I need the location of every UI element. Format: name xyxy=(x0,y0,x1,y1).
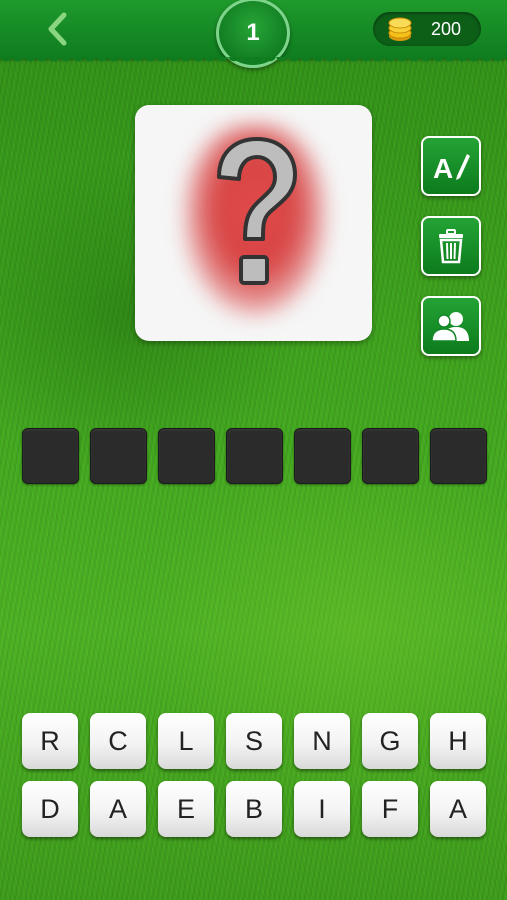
answer-slot[interactable] xyxy=(90,428,147,484)
trash-icon xyxy=(439,229,463,264)
chevron-left-icon xyxy=(48,12,67,46)
ask-friends-button[interactable] xyxy=(421,296,481,356)
puzzle-image xyxy=(135,105,372,341)
letter-tile[interactable]: E xyxy=(158,781,214,837)
coin-count: 200 xyxy=(431,18,462,39)
answer-slot[interactable] xyxy=(362,428,419,484)
letter-tile[interactable]: A xyxy=(430,781,486,837)
letter-tile[interactable]: A xyxy=(90,781,146,837)
letter-tiles: RCLSNGHDAEBIFA xyxy=(22,713,487,837)
letter-tile[interactable]: F xyxy=(362,781,418,837)
letter-tile[interactable]: L xyxy=(158,713,214,769)
letter-tile[interactable]: G xyxy=(362,713,418,769)
letter-pencil-icon: A xyxy=(433,153,470,183)
top-bar: 1 200 xyxy=(0,0,507,68)
answer-slot[interactable] xyxy=(22,428,79,484)
letter-tile[interactable]: S xyxy=(226,713,282,769)
coin-stack-icon xyxy=(388,17,412,41)
letter-tile[interactable]: B xyxy=(226,781,282,837)
coin-counter[interactable]: 200 xyxy=(373,12,481,46)
svg-text:A: A xyxy=(433,153,453,183)
level-number: 1 xyxy=(246,19,260,46)
letter-tile[interactable]: N xyxy=(294,713,350,769)
letter-tile[interactable]: H xyxy=(430,713,486,769)
letter-tile[interactable]: R xyxy=(22,713,78,769)
letter-tile[interactable]: C xyxy=(90,713,146,769)
users-icon xyxy=(432,312,469,342)
level-badge: 1 xyxy=(216,0,290,68)
back-button[interactable] xyxy=(42,10,72,48)
answer-slots xyxy=(22,428,487,484)
answer-slot[interactable] xyxy=(158,428,215,484)
letter-tile[interactable]: D xyxy=(22,781,78,837)
answer-slot[interactable] xyxy=(294,428,351,484)
remove-letters-button[interactable] xyxy=(421,216,481,276)
letter-tile[interactable]: I xyxy=(294,781,350,837)
question-mark-icon xyxy=(217,137,297,285)
reveal-letter-button[interactable]: A xyxy=(421,136,481,196)
answer-slot[interactable] xyxy=(226,428,283,484)
answer-slot[interactable] xyxy=(430,428,487,484)
